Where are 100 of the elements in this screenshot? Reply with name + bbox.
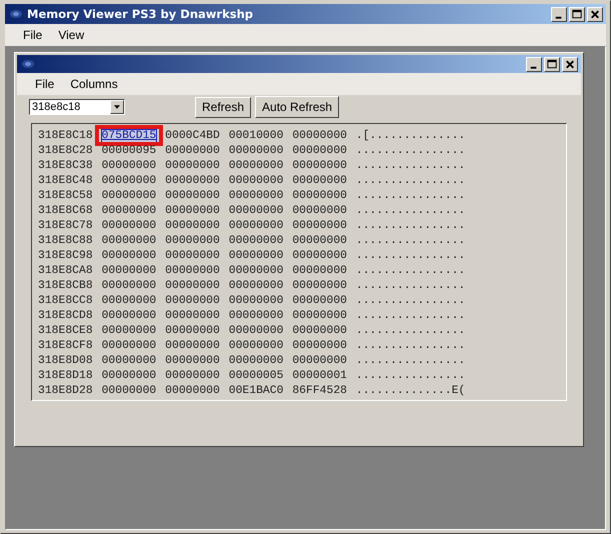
menu-item[interactable]: Columns <box>62 77 126 91</box>
hex-cell[interactable]: 00000001 <box>292 370 347 382</box>
address-cell: 318E8C98 <box>37 250 94 262</box>
hex-cell[interactable]: 00000000 <box>292 354 347 366</box>
hex-cell[interactable]: 00000000 <box>165 174 220 186</box>
hex-cell[interactable]: 00000000 <box>102 264 156 276</box>
hex-cell[interactable]: 00000000 <box>165 190 220 202</box>
hex-cell[interactable]: 00000000 <box>102 204 156 216</box>
minimize-icon <box>530 66 536 69</box>
maximize-button[interactable] <box>569 6 585 22</box>
hex-cell[interactable]: 00000000 <box>165 234 220 246</box>
hex-cell[interactable]: 00000000 <box>165 324 220 336</box>
hex-cell[interactable]: 00000000 <box>228 294 284 306</box>
close-button[interactable] <box>587 6 603 22</box>
hex-cell[interactable]: 00000000 <box>228 204 284 216</box>
hex-cell[interactable]: 00000000 <box>292 204 347 216</box>
hex-cell[interactable]: 00000000 <box>165 354 220 366</box>
hex-cell[interactable]: 00000000 <box>292 324 347 336</box>
hex-cell[interactable]: 00000000 <box>102 354 156 366</box>
hex-cell[interactable]: 00000000 <box>292 250 347 262</box>
auto-refresh-button[interactable]: Auto Refresh <box>255 96 340 118</box>
address-cell: 318E8C18 <box>37 130 94 142</box>
hex-cell[interactable]: 00000000 <box>292 160 347 172</box>
hex-cell[interactable]: 00010000 <box>228 130 284 142</box>
hex-cell[interactable]: 00000000 <box>102 174 156 186</box>
hex-cell[interactable]: 00000000 <box>165 310 220 322</box>
close-button[interactable] <box>562 56 578 72</box>
minimize-button[interactable] <box>551 6 567 22</box>
hex-cell[interactable]: 00000000 <box>165 160 220 172</box>
hex-cell[interactable]: 00000000 <box>292 130 347 142</box>
hex-cell[interactable]: 00000000 <box>228 250 284 262</box>
hex-cell[interactable]: 00000000 <box>292 220 347 232</box>
hex-cell[interactable]: 00000000 <box>165 144 220 156</box>
hex-cell[interactable]: 00000000 <box>228 190 284 202</box>
hex-cell[interactable]: 00000000 <box>165 220 220 232</box>
hex-cell[interactable]: 00000000 <box>228 354 284 366</box>
hex-cell[interactable]: 00000000 <box>102 234 156 246</box>
hex-cell[interactable]: 00000000 <box>292 144 347 156</box>
hex-cell[interactable]: 00000000 <box>292 310 347 322</box>
hex-cell[interactable]: 00000000 <box>292 280 347 292</box>
address-dropdown[interactable]: 318e8c18 <box>29 99 125 115</box>
menu-item[interactable]: View <box>50 28 92 42</box>
hex-cell[interactable]: 00000000 <box>228 220 284 232</box>
ascii-cell: ................ <box>354 354 466 366</box>
address-cell: 318E8CA8 <box>37 264 94 276</box>
hex-cell[interactable]: 00000000 <box>228 340 284 352</box>
hex-cell[interactable]: 00000000 <box>102 384 156 396</box>
ascii-cell: ................ <box>354 340 466 352</box>
ascii-cell: ................ <box>354 250 466 262</box>
hex-cell[interactable]: 00000000 <box>102 294 156 306</box>
hex-cell[interactable]: 00000000 <box>292 294 347 306</box>
hex-cell[interactable]: 00000000 <box>102 160 156 172</box>
hex-cell[interactable]: 00000000 <box>228 144 284 156</box>
hex-cell[interactable]: 00000005 <box>228 370 284 382</box>
hex-cell[interactable]: 00000000 <box>102 190 156 202</box>
minimize-button[interactable] <box>526 56 542 72</box>
hex-cell[interactable]: 00000000 <box>165 384 220 396</box>
hex-cell[interactable]: 00E1BAC0 <box>228 384 284 396</box>
maximize-icon <box>547 60 557 68</box>
hex-cell[interactable]: 0000C4BD <box>165 130 220 142</box>
hex-cell[interactable]: 00000000 <box>102 340 156 352</box>
ascii-cell: ................ <box>354 294 466 306</box>
hex-cell[interactable]: 00000000 <box>102 310 156 322</box>
hex-cell[interactable]: 00000000 <box>165 204 220 216</box>
hex-cell[interactable]: 00000000 <box>165 370 220 382</box>
hex-cell[interactable]: 00000000 <box>292 234 347 246</box>
hex-cell[interactable]: 00000000 <box>292 190 347 202</box>
close-icon <box>566 60 574 69</box>
ascii-cell: ................ <box>354 174 466 186</box>
hex-cell[interactable]: 00000000 <box>228 310 284 322</box>
hex-cell[interactable]: 00000095 <box>102 144 156 156</box>
address-cell: 318E8D28 <box>37 384 94 396</box>
hex-cell[interactable]: 00000000 <box>228 234 284 246</box>
hex-cell[interactable]: 00000000 <box>102 324 156 336</box>
hex-cell[interactable]: 075BCD15 <box>102 130 156 142</box>
hex-cell[interactable]: 00000000 <box>102 370 156 382</box>
ascii-cell: ................ <box>354 324 466 336</box>
hex-cell[interactable]: 00000000 <box>165 280 220 292</box>
hex-cell[interactable]: 00000000 <box>165 340 220 352</box>
hex-cell[interactable]: 00000000 <box>292 340 347 352</box>
hex-cell[interactable]: 00000000 <box>102 280 156 292</box>
hex-cell[interactable]: 00000000 <box>102 250 156 262</box>
menu-item[interactable]: File <box>15 28 50 42</box>
hex-cell[interactable]: 00000000 <box>228 174 284 186</box>
ascii-cell: ................ <box>354 160 466 172</box>
hex-cell[interactable]: 86FF4528 <box>292 384 347 396</box>
hex-cell[interactable]: 00000000 <box>165 264 220 276</box>
hex-cell[interactable]: 00000000 <box>165 250 220 262</box>
menu-item[interactable]: File <box>27 77 62 91</box>
address-cell: 318E8CB8 <box>37 280 94 292</box>
hex-cell[interactable]: 00000000 <box>102 220 156 232</box>
refresh-button[interactable]: Refresh <box>195 96 252 118</box>
hex-cell[interactable]: 00000000 <box>228 280 284 292</box>
maximize-button[interactable] <box>544 56 560 72</box>
hex-cell[interactable]: 00000000 <box>228 324 284 336</box>
hex-cell[interactable]: 00000000 <box>228 264 284 276</box>
hex-cell[interactable]: 00000000 <box>292 174 347 186</box>
hex-cell[interactable]: 00000000 <box>165 294 220 306</box>
hex-cell[interactable]: 00000000 <box>228 160 284 172</box>
hex-cell[interactable]: 00000000 <box>292 264 347 276</box>
